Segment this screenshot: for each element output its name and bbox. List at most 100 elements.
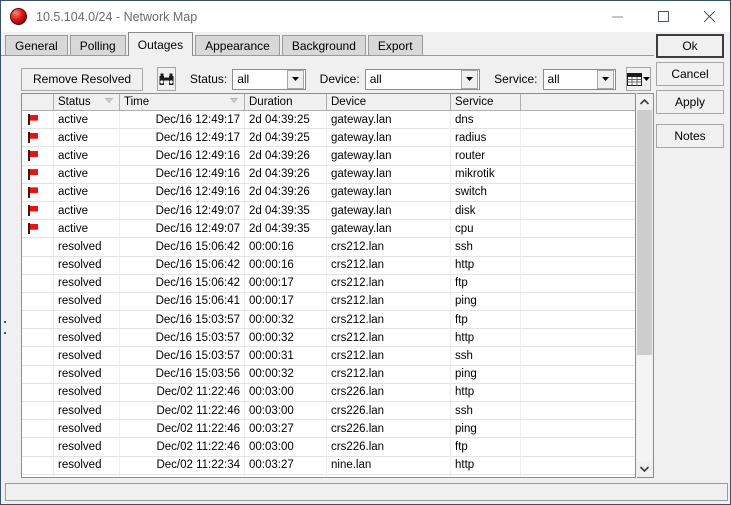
column-header-status[interactable]: Status: [54, 94, 120, 110]
table-row[interactable]: resolvedDec/16 15:06:4200:00:17crs212.la…: [22, 275, 636, 293]
tab-polling[interactable]: Polling: [70, 35, 126, 56]
table-row[interactable]: activeDec/16 12:49:162d 04:39:26gateway.…: [22, 166, 636, 184]
cell-device: crs212.lan: [327, 365, 451, 383]
cell-duration: 2d 04:39:26: [245, 165, 327, 183]
cell-spacer: [521, 129, 634, 147]
cell-spacer: [521, 456, 634, 474]
device-filter-label: Device:: [320, 72, 360, 86]
title-bar[interactable]: 10.5.104.0/24 - Network Map: [1, 1, 731, 32]
cell-spacer: [521, 111, 634, 129]
chevron-down-icon[interactable]: [597, 70, 614, 89]
cell-duration: 2d 04:39:35: [245, 202, 327, 220]
table-row[interactable]: activeDec/16 12:49:072d 04:39:35gateway.…: [22, 220, 636, 238]
cell-time: Dec/16 15:06:42: [120, 238, 245, 256]
ok-button[interactable]: Ok: [656, 34, 724, 58]
cell-duration: 00:03:00: [245, 402, 327, 420]
table-row[interactable]: resolvedDec/16 15:06:4200:00:16crs212.la…: [22, 257, 636, 275]
scrollbar-thumb[interactable]: [637, 110, 652, 355]
cell-device: crs226.lan: [327, 420, 451, 438]
minimize-button[interactable]: [594, 1, 640, 32]
tab-label: Outages: [138, 38, 183, 52]
table-row[interactable]: resolvedDec/16 15:06:4100:00:17crs212.la…: [22, 293, 636, 311]
scrollbar-track[interactable]: [637, 110, 652, 461]
chevron-down-icon[interactable]: [461, 70, 478, 89]
globe-red-icon: [10, 8, 27, 25]
cell-spacer: [521, 274, 634, 292]
search-button[interactable]: [157, 67, 176, 91]
tab-background[interactable]: Background: [282, 35, 366, 56]
tab-outages[interactable]: Outages: [128, 32, 193, 56]
notes-button[interactable]: Notes: [656, 124, 724, 148]
table-row[interactable]: resolvedDec/02 11:22:4600:03:00crs226.la…: [22, 402, 636, 420]
tab-export[interactable]: Export: [368, 35, 423, 56]
cell-status: resolved: [54, 329, 120, 347]
status-filter-select[interactable]: all: [232, 69, 305, 90]
table-row[interactable]: resolvedDec/16 15:03:5700:00:31crs212.la…: [22, 347, 636, 365]
table-row[interactable]: resolvedDec/02 11:22:4600:03:00crs226.la…: [22, 384, 636, 402]
table-row[interactable]: activeDec/16 12:49:172d 04:39:25gateway.…: [22, 111, 636, 129]
table-body[interactable]: activeDec/16 12:49:172d 04:39:25gateway.…: [22, 111, 636, 477]
cell-duration: 00:03:00: [245, 438, 327, 456]
table-row[interactable]: resolvedDec/16 15:06:4200:00:16crs212.la…: [22, 238, 636, 256]
sort-descending-icon: [230, 98, 238, 103]
close-button[interactable]: [686, 1, 731, 32]
maximize-button[interactable]: [640, 1, 686, 32]
cancel-button[interactable]: Cancel: [656, 62, 724, 86]
column-header-pad[interactable]: [521, 94, 634, 110]
cell-time: Dec/02 11:22:46: [120, 402, 245, 420]
table-row[interactable]: resolvedDec/16 15:03:5700:00:32crs212.la…: [22, 311, 636, 329]
table-header-row: Status TimeDurationDeviceService: [22, 94, 635, 111]
cell-duration: 00:03:27: [245, 474, 327, 477]
cell-service: ssh: [451, 238, 521, 256]
chevron-down-icon[interactable]: [287, 70, 304, 89]
table-row[interactable]: activeDec/16 12:49:172d 04:39:25gateway.…: [22, 129, 636, 147]
service-filter-select[interactable]: all: [543, 69, 616, 90]
outage-flag-cell: [22, 292, 54, 310]
outage-flag-cell: [22, 220, 54, 238]
button-label: Apply: [675, 95, 705, 109]
tab-appearance[interactable]: Appearance: [195, 35, 280, 56]
button-label: Notes: [674, 129, 705, 143]
red-flag-icon: [28, 169, 39, 180]
cell-spacer: [521, 147, 634, 165]
outage-flag-cell: [22, 147, 54, 165]
cell-service: router: [451, 147, 521, 165]
table-row[interactable]: activeDec/16 12:49:162d 04:39:26gateway.…: [22, 184, 636, 202]
table-row[interactable]: activeDec/16 12:49:072d 04:39:35gateway.…: [22, 202, 636, 220]
device-filter-value: all: [366, 72, 461, 86]
table-row[interactable]: resolvedDec/02 11:22:4600:03:00crs226.la…: [22, 438, 636, 456]
outage-flag-cell: [22, 365, 54, 383]
cell-service: ssh: [451, 347, 521, 365]
table-row[interactable]: activeDec/16 12:49:162d 04:39:26gateway.…: [22, 147, 636, 165]
table-row[interactable]: resolvedDec/16 15:03:5600:00:32crs212.la…: [22, 366, 636, 384]
status-filter-label: Status:: [190, 72, 227, 86]
column-chooser-button[interactable]: [626, 67, 651, 91]
table-vertical-scrollbar[interactable]: [637, 93, 654, 478]
column-header-device[interactable]: Device: [327, 94, 451, 110]
cell-spacer: [521, 202, 634, 220]
cell-spacer: [521, 347, 634, 365]
column-header-duration[interactable]: Duration: [245, 94, 327, 110]
table-row[interactable]: resolvedDec/02 11:22:3400:03:27nine.lanh…: [22, 457, 636, 475]
outages-table[interactable]: Status TimeDurationDeviceService activeDe…: [21, 93, 636, 478]
device-filter-select[interactable]: all: [365, 69, 480, 90]
cell-time: Dec/16 15:06:41: [120, 292, 245, 310]
cell-duration: 00:00:17: [245, 292, 327, 310]
service-filter-value: all: [544, 72, 597, 86]
remove-resolved-button[interactable]: Remove Resolved: [21, 68, 143, 91]
column-header-time[interactable]: Time: [120, 94, 245, 110]
table-row[interactable]: resolvedDec/02 11:22:3400:03:27nine.lanp…: [22, 475, 636, 477]
column-header-label: Status: [58, 96, 91, 108]
table-row[interactable]: resolvedDec/16 15:03:5700:00:32crs212.la…: [22, 329, 636, 347]
column-header-service[interactable]: Service: [451, 94, 521, 110]
column-header-flag[interactable]: [22, 94, 54, 110]
cell-service: ftp: [451, 438, 521, 456]
panel-splitter-grip[interactable]: [4, 321, 8, 343]
cell-status: resolved: [54, 402, 120, 420]
scroll-down-button[interactable]: [637, 461, 652, 477]
cell-status: resolved: [54, 292, 120, 310]
apply-button[interactable]: Apply: [656, 90, 724, 114]
table-row[interactable]: resolvedDec/02 11:22:4600:03:27crs226.la…: [22, 420, 636, 438]
scroll-up-button[interactable]: [637, 94, 652, 110]
tab-general[interactable]: General: [5, 35, 68, 56]
